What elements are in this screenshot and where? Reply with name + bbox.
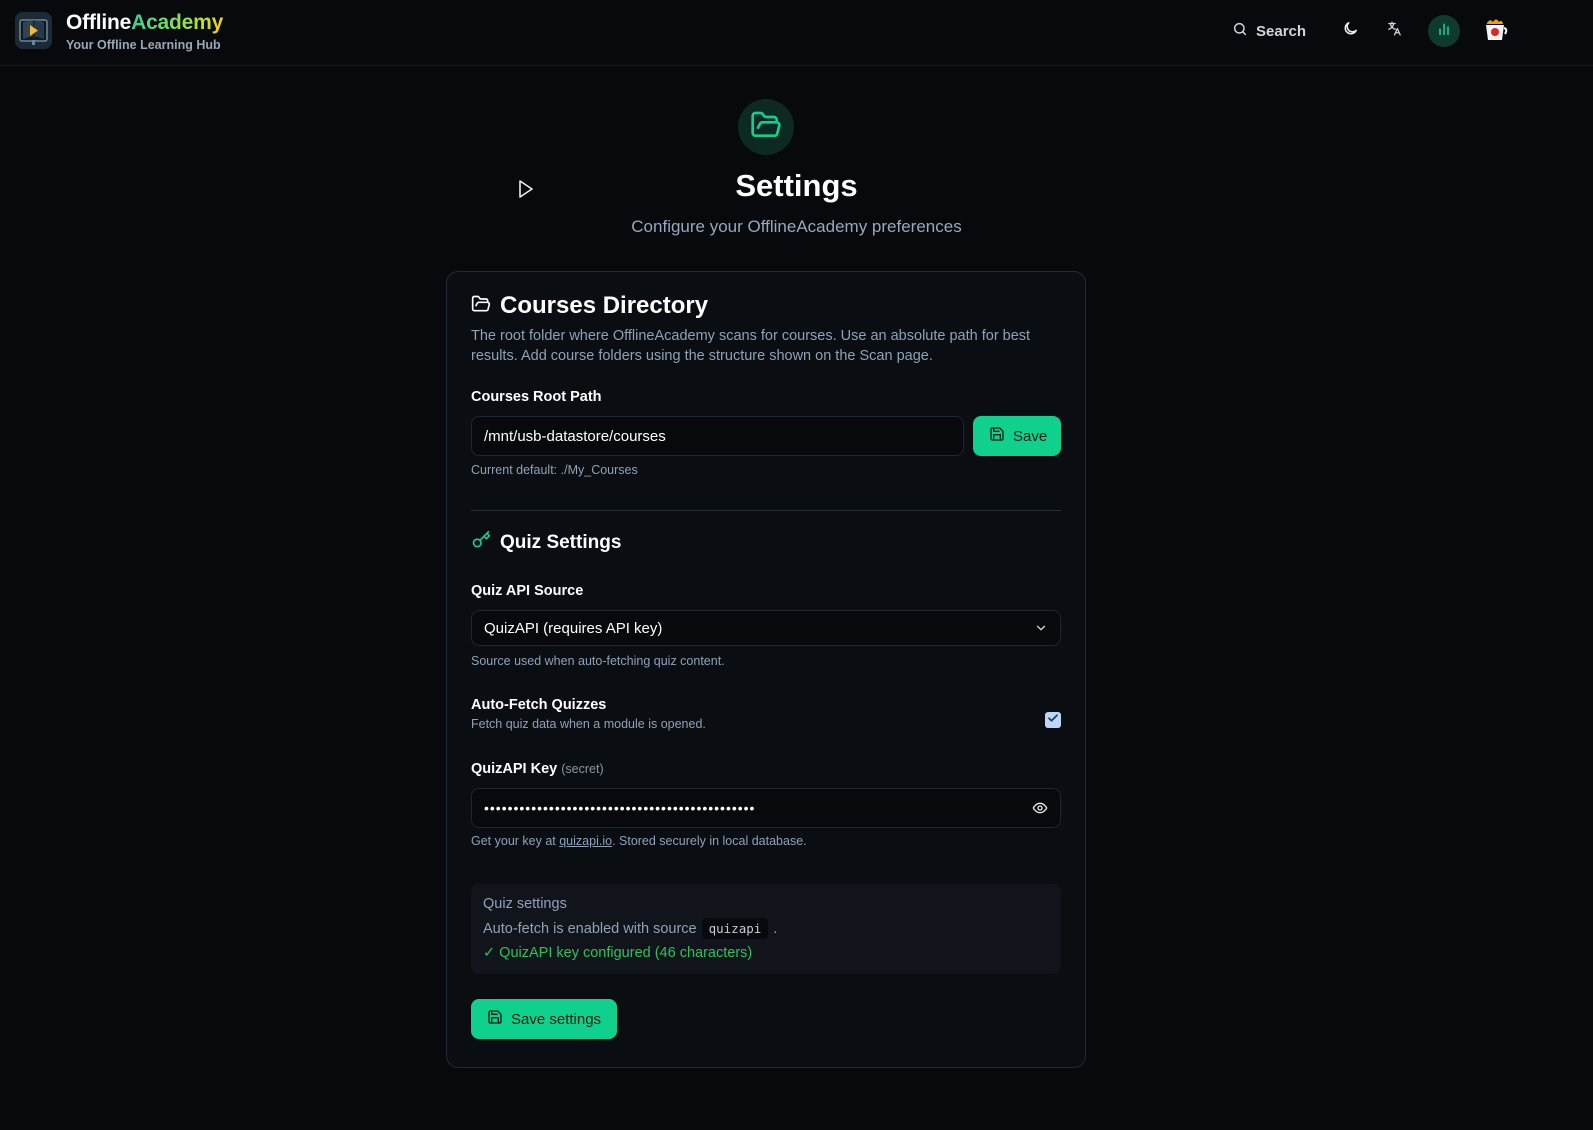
save-path-label: Save [1013, 427, 1048, 445]
save-path-button[interactable]: Save [973, 416, 1061, 456]
brand-title-part2: Academy [131, 11, 224, 34]
search-icon [1232, 21, 1248, 41]
autofetch-checkbox[interactable] [1045, 712, 1061, 728]
quiz-source-label: Quiz API Source [471, 583, 584, 599]
quiz-section-header: Quiz Settings [471, 530, 621, 555]
secret-tag: (secret) [561, 762, 604, 776]
quizapi-key-label-text: QuizAPI Key [471, 761, 558, 777]
quiz-source-hint: Source used when auto-fetching quiz cont… [471, 654, 725, 668]
brand-title-part1: Offline [66, 11, 132, 34]
quizapi-link[interactable]: quizapi.io [559, 834, 612, 848]
search-button[interactable]: Search [1232, 18, 1306, 44]
moon-icon [1342, 20, 1359, 42]
autofetch-hint: Fetch quiz data when a module is opened. [471, 717, 706, 731]
summary-autofetch-suffix: . [773, 920, 778, 937]
save-icon [989, 426, 1005, 446]
save-settings-label: Save settings [511, 1010, 602, 1028]
courses-path-label: Courses Root Path [471, 389, 602, 405]
key-hint-suffix: . Stored securely in local database. [612, 834, 807, 848]
autofetch-label: Auto-Fetch Quizzes [471, 697, 607, 713]
courses-section-description: The root folder where OfflineAcademy sca… [471, 328, 1031, 364]
mouse-cursor-icon [518, 180, 534, 203]
section-divider [471, 510, 1061, 511]
save-settings-button[interactable]: Save settings [471, 999, 618, 1039]
top-navigation-bar: OfflineAcademy Your Offline Learning Hub… [0, 0, 1593, 66]
eye-icon[interactable] [1032, 800, 1048, 820]
brand[interactable]: OfflineAcademy Your Offline Learning Hub [66, 10, 223, 52]
quizapi-key-masked-value: ••••••••••••••••••••••••••••••••••••••••… [484, 800, 756, 816]
coffee-cup-icon [1481, 15, 1509, 48]
language-button[interactable] [1378, 15, 1410, 47]
page-subtitle: Configure your OfflineAcademy preference… [631, 217, 962, 236]
hero-folder-badge [738, 99, 794, 155]
stats-button[interactable] [1428, 15, 1460, 47]
settings-card: Courses Directory The root folder where … [446, 271, 1086, 1068]
courses-section-header: Courses Directory [471, 292, 708, 320]
logo-icon[interactable] [15, 12, 52, 49]
quiz-source-value: QuizAPI (requires API key) [484, 619, 663, 637]
courses-path-input[interactable]: /mnt/usb-datastore/courses [471, 416, 964, 456]
key-icon [471, 530, 491, 555]
folder-open-icon [750, 109, 782, 146]
theme-toggle-button[interactable] [1334, 15, 1366, 47]
support-button[interactable] [1479, 15, 1511, 47]
translate-icon [1386, 20, 1403, 42]
quizapi-key-hint: Get your key at quizapi.io. Stored secur… [471, 834, 807, 848]
chevron-down-icon [1034, 621, 1048, 639]
brand-title: OfflineAcademy [66, 10, 223, 36]
folder-open-icon [471, 294, 491, 319]
checkmark-icon [1047, 711, 1059, 729]
quizapi-key-label: QuizAPI Key (secret) [471, 761, 604, 777]
summary-title: Quiz settings [483, 896, 567, 912]
quiz-section-title: Quiz Settings [500, 531, 622, 553]
brand-subtitle: Your Offline Learning Hub [66, 38, 221, 52]
summary-autofetch-line: Auto-fetch is enabled with source quizap… [483, 918, 1049, 939]
save-icon [487, 1009, 503, 1029]
summary-key-status: ✓ QuizAPI key configured (46 characters) [483, 945, 753, 961]
summary-source-code: quizapi [701, 918, 769, 939]
courses-path-value: /mnt/usb-datastore/courses [484, 427, 666, 445]
key-hint-prefix: Get your key at [471, 834, 560, 848]
summary-autofetch-text: Auto-fetch is enabled with source [483, 920, 697, 937]
bar-chart-icon [1436, 21, 1452, 42]
quizapi-key-input[interactable]: ••••••••••••••••••••••••••••••••••••••••… [471, 788, 1061, 828]
search-label: Search [1256, 22, 1307, 40]
courses-default-hint: Current default: ./My_Courses [471, 463, 638, 477]
page-title: Settings [735, 168, 858, 203]
quiz-settings-summary: Quiz settings Auto-fetch is enabled with… [471, 884, 1061, 974]
quiz-source-select[interactable]: QuizAPI (requires API key) [471, 610, 1061, 646]
courses-section-title: Courses Directory [500, 292, 709, 319]
